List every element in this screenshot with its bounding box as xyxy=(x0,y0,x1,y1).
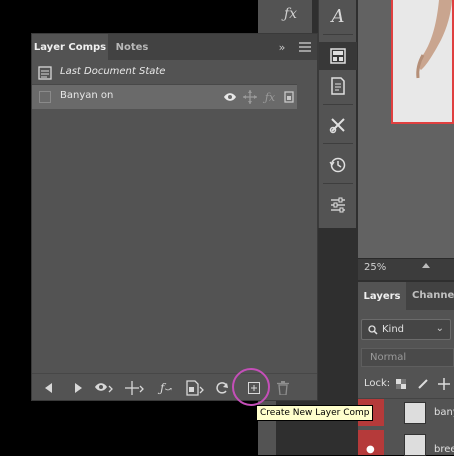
panel-scrollbar[interactable] xyxy=(297,61,317,373)
layer-filter-select[interactable]: Kind ⌄ xyxy=(361,319,451,340)
double-chevron-right-icon: » xyxy=(278,40,286,54)
layer-row[interactable]: ● bree xyxy=(358,430,454,456)
update-style-button[interactable]: ƒ⤻ xyxy=(155,377,177,399)
comp-row-banyan-on[interactable]: Banyan on ƒx xyxy=(32,85,297,109)
apply-comp-checkbox[interactable] xyxy=(39,91,51,103)
trash-icon xyxy=(277,381,289,395)
eye-icon: ● xyxy=(366,444,375,455)
previous-comp-button[interactable] xyxy=(37,377,59,399)
tooltip: Create New Layer Comp xyxy=(256,405,374,421)
sliders-icon xyxy=(331,197,345,213)
notes-panel-button[interactable] xyxy=(319,72,357,100)
appearance-icon[interactable] xyxy=(281,89,297,105)
collapse-panel-button[interactable]: » xyxy=(273,38,291,56)
update-position-button[interactable] xyxy=(124,377,146,399)
history-panel-button[interactable] xyxy=(319,151,357,179)
move-update-icon xyxy=(125,381,144,395)
lock-transparent-pixels-icon[interactable] xyxy=(396,379,406,389)
highlight-annotation-circle xyxy=(232,368,270,406)
lock-label: Lock: xyxy=(364,378,391,389)
character-icon: A xyxy=(331,5,345,27)
comp-label: Last Document State xyxy=(60,66,166,77)
model-figure-image xyxy=(416,0,452,79)
visibility-icon[interactable] xyxy=(222,89,238,105)
triangle-right-icon xyxy=(74,383,82,393)
comp-row-last-document-state[interactable]: Last Document State xyxy=(32,61,297,85)
fx-update-icon: ƒ⤻ xyxy=(160,381,172,395)
tab-notes[interactable]: Notes xyxy=(108,34,156,60)
eye-update-icon xyxy=(95,383,113,393)
smart-object-update-icon xyxy=(186,380,204,396)
update-smart-object-button[interactable] xyxy=(185,377,207,399)
fx-icon[interactable]: ƒx xyxy=(262,89,278,105)
lock-position-icon[interactable] xyxy=(438,378,450,390)
layer-filter-value: Kind xyxy=(382,324,405,335)
tool-presets-panel-button[interactable] xyxy=(319,111,357,139)
scroll-up-icon[interactable] xyxy=(422,263,430,268)
notes-icon xyxy=(331,77,345,95)
character-panel-button[interactable]: A xyxy=(319,2,357,30)
history-icon xyxy=(329,157,346,173)
update-visibility-button[interactable] xyxy=(93,377,115,399)
layer-comps-panel-button[interactable] xyxy=(319,42,357,70)
layer-thumbnail xyxy=(404,434,426,456)
update-comp-button[interactable] xyxy=(211,377,233,399)
layer-name: bany xyxy=(434,407,454,418)
layer-comps-icon xyxy=(330,48,346,64)
lock-row: Lock: xyxy=(364,378,450,390)
fx-icon: ƒx xyxy=(284,6,298,22)
tab-layers[interactable]: Layers xyxy=(358,282,406,310)
zoom-level[interactable]: 25% xyxy=(364,262,386,273)
scissors-tools-icon xyxy=(329,118,345,134)
layer-thumbnail xyxy=(404,402,426,424)
panel-menu-button[interactable] xyxy=(296,38,314,56)
dock-fx-button[interactable]: ƒx xyxy=(276,0,312,34)
tab-channels[interactable]: Channels xyxy=(412,290,454,301)
panel-dock: A xyxy=(318,0,357,228)
blend-mode-select[interactable]: Normal xyxy=(361,348,454,367)
comp-label: Banyan on xyxy=(60,90,114,101)
properties-panel-button[interactable] xyxy=(319,191,357,219)
layer-visibility-toggle[interactable]: ● xyxy=(358,430,384,455)
delete-comp-button[interactable] xyxy=(272,377,294,399)
hamburger-menu-icon xyxy=(299,42,311,52)
position-icon[interactable] xyxy=(242,89,258,105)
document-state-icon xyxy=(38,66,52,80)
layer-name: bree xyxy=(434,444,454,455)
lock-image-pixels-icon[interactable] xyxy=(417,378,429,390)
search-icon xyxy=(368,324,378,335)
refresh-icon xyxy=(216,382,228,394)
triangle-left-icon xyxy=(44,383,52,393)
next-comp-button[interactable] xyxy=(67,377,89,399)
document-canvas[interactable] xyxy=(391,0,454,124)
chevron-down-icon: ⌄ xyxy=(435,323,444,334)
tab-layer-comps[interactable]: Layer Comps xyxy=(32,34,108,60)
layer-comps-footer: ƒ⤻ xyxy=(32,373,317,400)
